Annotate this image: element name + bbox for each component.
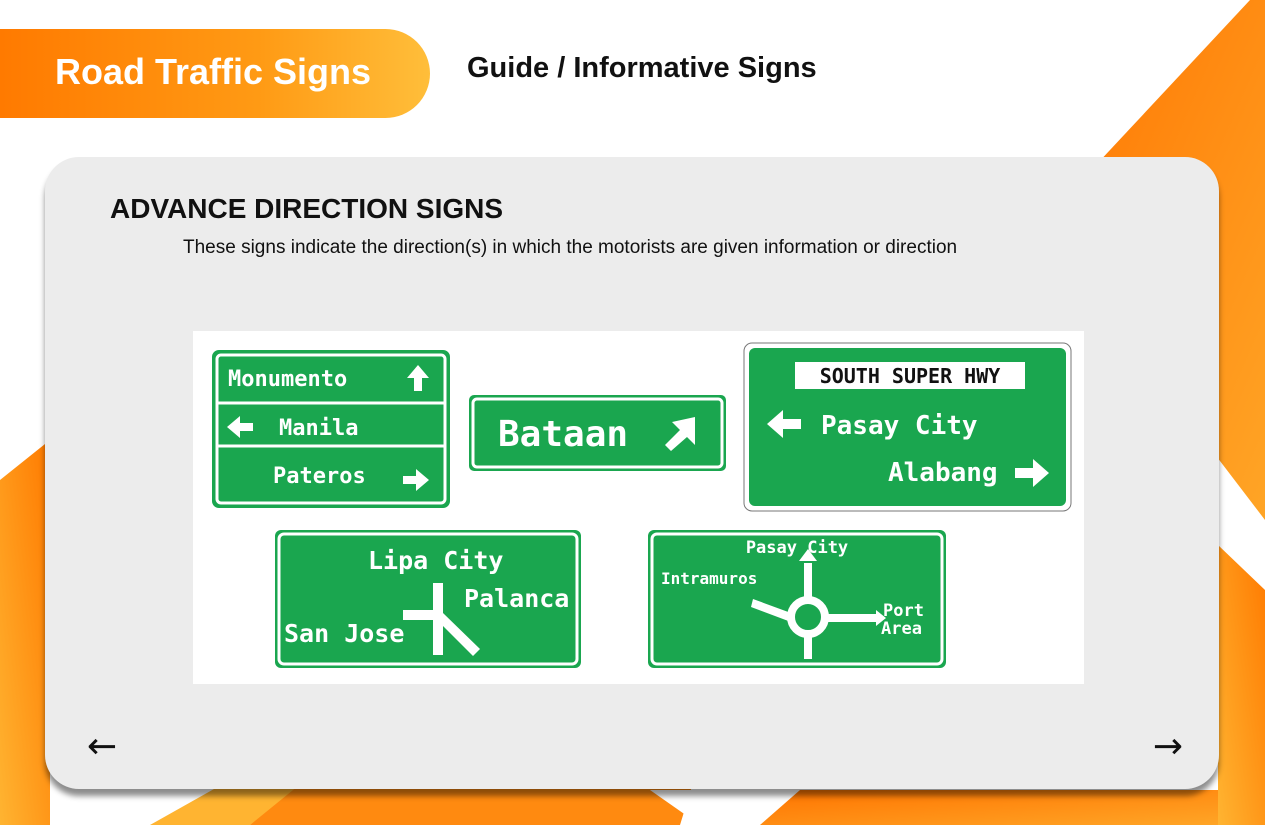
sign3-row1: Pasay City	[821, 411, 978, 441]
sign-bataan: Bataan	[469, 395, 726, 471]
sign1-row1: Monumento	[228, 367, 347, 392]
sign2-label: Bataan	[498, 414, 628, 455]
sign3-banner: SOUTH SUPER HWY	[820, 364, 1001, 388]
page-subtitle: Guide / Informative Signs	[467, 52, 817, 84]
sign4-right: Palanca	[464, 584, 569, 613]
previous-arrow-button[interactable]: ←	[87, 727, 137, 767]
sign5-right1: Port	[883, 601, 924, 621]
sign3-row2: Alabang	[888, 458, 998, 488]
next-arrow-button[interactable]: →	[1133, 727, 1183, 767]
sign4-left: San Jose	[284, 619, 404, 648]
sign-monumento-manila-pateros: Monumento Manila Pateros	[212, 350, 450, 508]
sign4-top: Lipa City	[368, 546, 503, 575]
app-title: Road Traffic Signs	[55, 51, 372, 92]
sign1-row3: Pateros	[273, 464, 366, 489]
signs-illustration: Monumento Manila Pateros Bataan SOUTH SU…	[212, 342, 1072, 668]
sign-south-super-hwy: SOUTH SUPER HWY Pasay City Alabang	[743, 342, 1072, 512]
header-title-pill: Road Traffic Signs	[0, 29, 430, 118]
sign-roundabout: Pasay City Intramuros Port Area	[648, 530, 946, 668]
signs-image: Monumento Manila Pateros Bataan SOUTH SU…	[193, 331, 1084, 684]
sign-lipa-city: Lipa City Palanca San Jose	[275, 530, 581, 668]
sign5-top: Pasay City	[746, 538, 848, 558]
section-title: ADVANCE DIRECTION SIGNS	[110, 193, 504, 224]
content-card: ADVANCE DIRECTION SIGNS These signs indi…	[45, 157, 1219, 789]
sign5-right2: Area	[881, 619, 922, 639]
sign5-left: Intramuros	[661, 569, 757, 588]
sign1-row2: Manila	[279, 416, 358, 441]
section-description: These signs indicate the direction(s) in…	[183, 237, 958, 258]
